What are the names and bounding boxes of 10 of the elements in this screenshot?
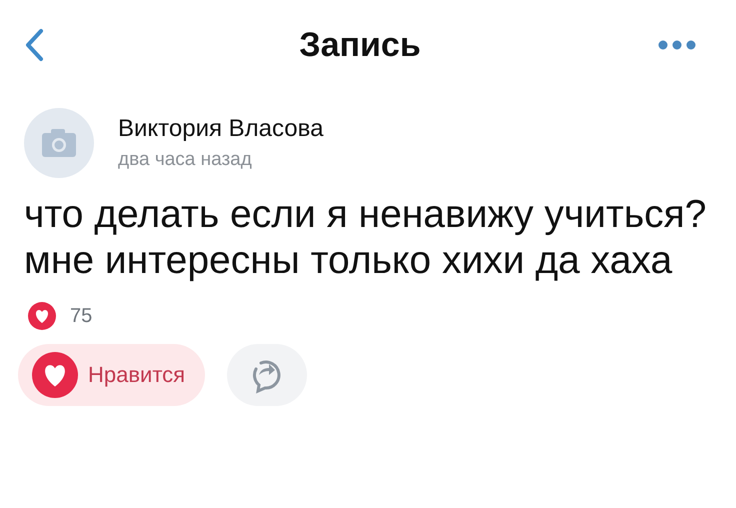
page-title: Запись xyxy=(299,26,421,64)
post-text: что делать если я ненавижу учиться? xyxy=(24,192,708,238)
author-name[interactable]: Виктория Власова xyxy=(118,115,324,143)
more-icon[interactable] xyxy=(658,40,696,50)
avatar-icon xyxy=(24,108,94,178)
back-icon[interactable] xyxy=(24,28,44,62)
like-button[interactable]: Нравится xyxy=(18,344,206,406)
likes-count: 75 xyxy=(70,304,92,328)
post-time: два часа назад xyxy=(118,149,253,171)
post-text: мне интересны только хихи да хаха xyxy=(24,238,674,284)
